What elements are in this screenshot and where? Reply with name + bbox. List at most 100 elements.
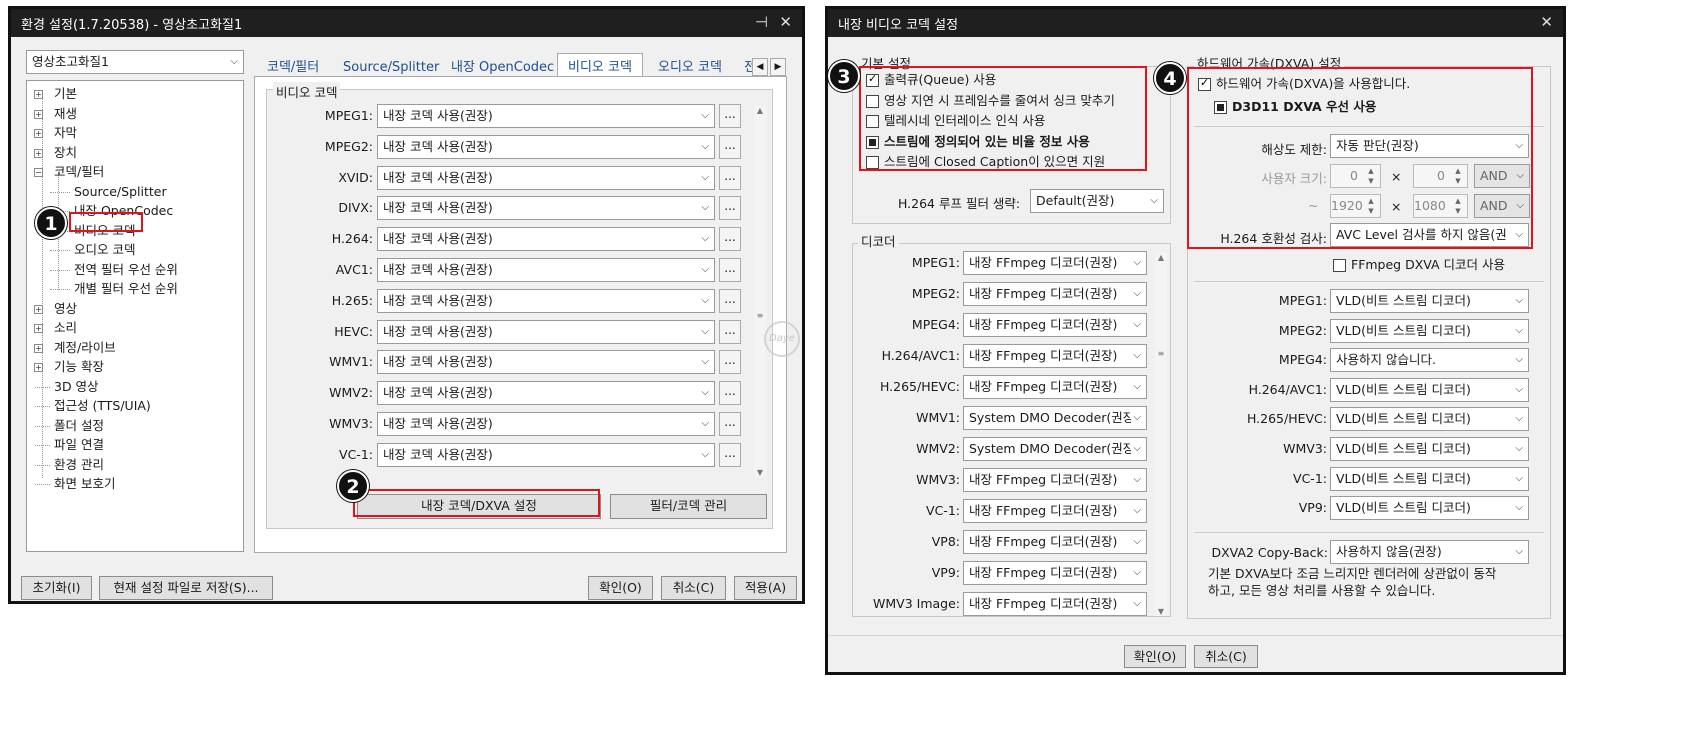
codec-select[interactable]: 내장 코덱 사용(권장) ⌵ — [377, 288, 715, 313]
tree-item-file-association[interactable]: 파일 연결 — [54, 437, 104, 453]
expand-icon[interactable]: + — [34, 324, 43, 333]
close-icon[interactable]: ✕ — [779, 13, 792, 31]
expand-icon[interactable]: + — [34, 363, 43, 372]
ok-button[interactable]: 확인(O) — [588, 576, 653, 600]
tree-item-3d-video[interactable]: 3D 영상 — [54, 379, 99, 395]
collapse-icon[interactable]: − — [34, 168, 43, 177]
video-codec-group-title: 비디오 코덱 — [273, 82, 341, 101]
decoder-select[interactable]: 내장 FFmpeg 디코더(권장) ⌵ — [963, 499, 1147, 523]
tree-item-environment[interactable]: 환경 관리 — [54, 457, 104, 473]
tree-item-individual-filter-priority[interactable]: 개별 필터 우선 순위 — [74, 281, 178, 297]
hw-decoder-select[interactable]: VLD(비트 스트림 디코더) ⌵ — [1330, 377, 1529, 402]
decoder-select[interactable]: 내장 FFmpeg 디코더(권장) ⌵ — [963, 313, 1147, 337]
copyback-select[interactable]: 사용하지 않음(권장) ⌵ — [1330, 540, 1529, 564]
hw-decoder-select[interactable]: VLD(비트 스트림 디코더) ⌵ — [1330, 407, 1529, 432]
codec-select[interactable]: 내장 코덱 사용(권장) ⌵ — [377, 350, 715, 375]
close-icon[interactable]: ✕ — [1540, 13, 1553, 31]
expand-icon[interactable]: + — [34, 129, 43, 138]
hw-decoder-label: H.265/HEVC: — [1246, 411, 1327, 427]
codec-options-button[interactable]: ... — [719, 227, 741, 252]
cancel-button[interactable]: 취소(C) — [661, 576, 726, 600]
codec-select[interactable]: 내장 코덱 사용(권장) ⌵ — [377, 442, 715, 467]
codec-select[interactable]: 내장 코덱 사용(권장) ⌵ — [377, 104, 715, 128]
decoder-select[interactable]: System DMO Decoder(권장 ⌵ — [963, 437, 1147, 461]
codec-select[interactable]: 내장 코덱 사용(권장) ⌵ — [377, 381, 715, 406]
tree-item-device[interactable]: 장치 — [54, 145, 77, 161]
codec-label: WMV2: — [329, 385, 373, 401]
codec-options-button[interactable]: ... — [719, 104, 741, 128]
decoder-select[interactable]: 내장 FFmpeg 디코더(권장) ⌵ — [963, 561, 1147, 585]
decoder-select[interactable]: 내장 FFmpeg 디코더(권장) ⌵ — [963, 375, 1147, 399]
tree-item-account-live[interactable]: 계정/라이브 — [54, 340, 116, 356]
decoder-select[interactable]: 내장 FFmpeg 디코더(권장) ⌵ — [963, 468, 1147, 492]
chevron-down-icon: ⌵ — [1515, 295, 1523, 306]
hw-decoder-select[interactable]: VLD(비트 스트림 디코더) ⌵ — [1330, 318, 1529, 343]
decoder-select[interactable]: 내장 FFmpeg 디코더(권장) ⌵ — [963, 282, 1147, 306]
codec-options-button[interactable]: ... — [719, 196, 741, 221]
hw-decoder-select[interactable]: VLD(비트 스트림 디코더) ⌵ — [1330, 437, 1529, 461]
decoder-select[interactable]: 내장 FFmpeg 디코더(권장) ⌵ — [963, 530, 1147, 554]
tree-item-subtitle[interactable]: 자막 — [54, 125, 77, 141]
codec-options-button[interactable]: ... — [719, 381, 741, 406]
tree-item-sound[interactable]: 소리 — [54, 320, 77, 336]
tree-item-playback[interactable]: 재생 — [54, 106, 77, 122]
hw-decoder-label: MPEG4: — [1278, 352, 1327, 368]
decoder-label: WMV1: — [916, 410, 960, 425]
codec-options-button[interactable]: ... — [719, 350, 741, 375]
save-settings-file-button[interactable]: 현재 설정 파일로 저장(S)... — [99, 576, 273, 600]
expand-icon[interactable]: + — [34, 109, 43, 119]
annotation-box-2 — [353, 489, 600, 517]
tree-item-codec-filter[interactable]: 코덱/필터 — [54, 164, 104, 180]
expand-icon[interactable]: + — [34, 90, 43, 99]
codec-select[interactable]: 내장 코덱 사용(권장) ⌵ — [377, 134, 715, 159]
codec-select[interactable]: 내장 코덱 사용(권장) ⌵ — [377, 319, 715, 344]
codec-select[interactable]: 내장 코덱 사용(권장) ⌵ — [377, 412, 715, 436]
dialog-ok-button[interactable]: 확인(O) — [1124, 645, 1186, 668]
decoder-select[interactable]: 내장 FFmpeg 디코더(권장) ⌵ — [963, 344, 1147, 368]
dialog-title: 내장 비디오 코덱 설정 — [838, 17, 959, 33]
tab-scroll-left[interactable]: ◀ — [752, 58, 768, 76]
expand-icon[interactable]: + — [34, 148, 43, 158]
profile-select[interactable]: 영상초고화질1 ⌵ — [26, 50, 244, 74]
apply-button[interactable]: 적용(A) — [734, 576, 797, 600]
tree-item-basic[interactable]: 기본 — [54, 86, 77, 102]
tree-item-global-filter-priority[interactable]: 전역 필터 우선 순위 — [74, 262, 178, 278]
codec-select[interactable]: 내장 코덱 사용(권장) ⌵ — [377, 165, 715, 190]
reset-button[interactable]: 초기화(I) — [21, 576, 92, 600]
loop-filter-select[interactable]: Default(권장) ⌵ — [1030, 189, 1164, 213]
decoder-scrollbar[interactable]: ▲ ≡ ▼ — [1155, 253, 1167, 616]
tree-item-source-splitter[interactable]: Source/Splitter — [74, 184, 167, 200]
codec-options-button[interactable]: ... — [719, 165, 741, 190]
decoder-select[interactable]: System DMO Decoder(권장 ⌵ — [963, 406, 1147, 430]
tree-item-accessibility[interactable]: 접근성 (TTS/UIA) — [54, 398, 151, 414]
codec-select[interactable]: 내장 코덱 사용(권장) ⌵ — [377, 196, 715, 221]
codec-options-button[interactable]: ... — [719, 258, 741, 282]
tree-item-audio-codec[interactable]: 오디오 코덱 — [74, 242, 135, 258]
codec-options-button[interactable]: ... — [719, 288, 741, 313]
hw-decoder-select[interactable]: VLD(비트 스트림 디코더) ⌵ — [1330, 466, 1529, 491]
hw-decoder-select[interactable]: 사용하지 않습니다. ⌵ — [1330, 348, 1529, 373]
codec-options-button[interactable]: ... — [719, 319, 741, 344]
decoder-select[interactable]: 내장 FFmpeg 디코더(권장) ⌵ — [963, 251, 1147, 275]
codec-select[interactable]: 내장 코덱 사용(권장) ⌵ — [377, 258, 715, 282]
codec-options-button[interactable]: ... — [719, 412, 741, 436]
tree-item-video[interactable]: 영상 — [54, 301, 77, 317]
filter-codec-manage-button[interactable]: 필터/코덱 관리 — [610, 494, 767, 519]
ffmpeg-dxva-checkbox[interactable]: FFmpeg DXVA 디코더 사용 — [1333, 257, 1505, 273]
dialog-cancel-button[interactable]: 취소(C) — [1194, 645, 1258, 668]
codec-scrollbar[interactable]: ▲ ≡ ▼ — [754, 106, 766, 477]
hw-decoder-select[interactable]: VLD(비트 스트림 디코더) ⌵ — [1330, 289, 1529, 313]
expand-icon[interactable]: + — [34, 304, 43, 314]
codec-select[interactable]: 내장 코덱 사용(권장) ⌵ — [377, 227, 715, 252]
tree-item-folder-settings[interactable]: 폴더 설정 — [54, 418, 104, 434]
tree-item-extension[interactable]: 기능 확장 — [54, 359, 104, 375]
decoder-select[interactable]: 내장 FFmpeg 디코더(권장) ⌵ — [963, 592, 1147, 616]
copyback-description: 기본 DXVA보다 조금 느리지만 렌더러에 상관없이 동작 하고, 모든 영상… — [1208, 566, 1497, 598]
tab-scroll-right[interactable]: ▶ — [770, 58, 786, 76]
expand-icon[interactable]: + — [34, 343, 43, 353]
codec-options-button[interactable]: ... — [719, 134, 741, 159]
hw-decoder-select[interactable]: VLD(비트 스트림 디코더) ⌵ — [1330, 496, 1529, 521]
tree-item-screensaver[interactable]: 화면 보호기 — [54, 476, 115, 492]
codec-options-button[interactable]: ... — [719, 442, 741, 467]
pin-icon[interactable]: ⊣ — [755, 13, 768, 31]
